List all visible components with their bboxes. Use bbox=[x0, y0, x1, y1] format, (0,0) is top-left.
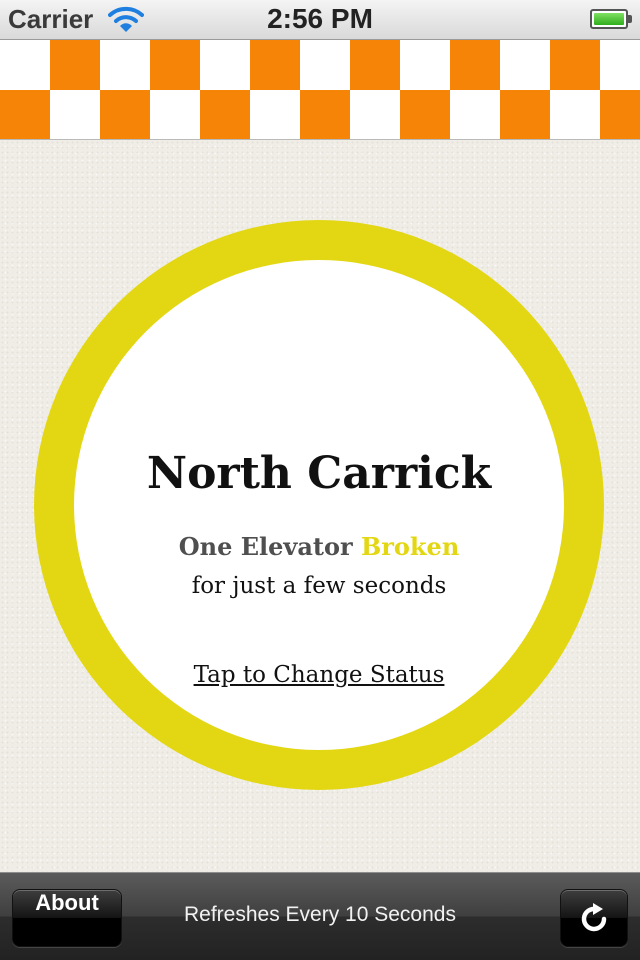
checker-square bbox=[100, 40, 150, 90]
checker-square bbox=[550, 40, 600, 90]
checker-square bbox=[600, 40, 640, 90]
checkered-banner bbox=[0, 40, 640, 140]
status-word: Broken bbox=[360, 532, 460, 561]
checker-square bbox=[450, 40, 500, 90]
checker-square bbox=[400, 90, 450, 139]
checker-square bbox=[50, 40, 100, 90]
checker-square bbox=[100, 90, 150, 139]
change-status-link[interactable]: Tap to Change Status bbox=[74, 662, 564, 688]
battery-icon bbox=[590, 9, 632, 29]
checker-square bbox=[0, 40, 50, 90]
checker-square bbox=[550, 90, 600, 139]
status-ring[interactable]: North Carrick One Elevator Broken for ju… bbox=[34, 220, 604, 790]
refresh-note: Refreshes Every 10 Seconds bbox=[184, 903, 456, 926]
checker-square bbox=[150, 40, 200, 90]
checker-square bbox=[350, 40, 400, 90]
battery-level-fill bbox=[594, 13, 624, 25]
checker-square bbox=[450, 90, 500, 139]
checker-square bbox=[250, 40, 300, 90]
building-name: North Carrick bbox=[146, 448, 492, 499]
status-time: 2:56 PM bbox=[267, 3, 373, 34]
refresh-icon bbox=[581, 903, 607, 932]
checker-square bbox=[50, 90, 100, 139]
status-circle[interactable]: North Carrick One Elevator Broken for ju… bbox=[74, 260, 564, 750]
about-button[interactable]: About bbox=[12, 889, 122, 947]
checker-square bbox=[200, 40, 250, 90]
bottom-toolbar: About Refreshes Every 10 Seconds bbox=[0, 872, 640, 960]
about-button-label: About bbox=[35, 890, 99, 915]
checker-square bbox=[250, 90, 300, 139]
checker-square bbox=[400, 40, 450, 90]
checker-square bbox=[500, 40, 550, 90]
checker-square bbox=[200, 90, 250, 139]
status-bar: Carrier 2:56 PM bbox=[0, 0, 640, 40]
checker-square bbox=[150, 90, 200, 139]
checker-square bbox=[350, 90, 400, 139]
checker-square bbox=[300, 40, 350, 90]
elevator-count: One Elevator bbox=[178, 532, 353, 561]
elevator-status: One Elevator Broken bbox=[74, 532, 564, 561]
checker-square bbox=[300, 90, 350, 139]
status-duration: for just a few seconds bbox=[191, 573, 447, 599]
refresh-button[interactable] bbox=[560, 889, 628, 947]
checker-square bbox=[0, 90, 50, 139]
checker-square bbox=[600, 90, 640, 139]
checker-square bbox=[500, 90, 550, 139]
